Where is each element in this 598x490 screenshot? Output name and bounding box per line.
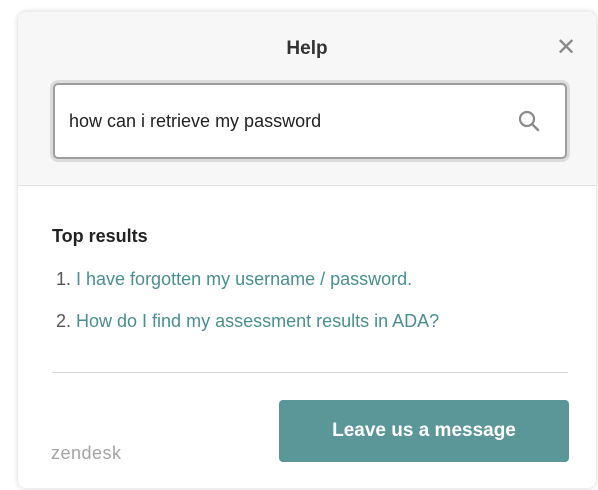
- widget-title: Help: [286, 38, 328, 59]
- result-number: 2.: [56, 311, 77, 331]
- leave-message-button[interactable]: Leave us a message: [279, 400, 569, 462]
- close-icon: ✕: [555, 34, 577, 61]
- help-widget: Help ✕ Top results 1. I have forgotten m…: [18, 12, 596, 488]
- widget-header: Help ✕: [18, 12, 596, 186]
- list-item: 2. How do I find my assessment results i…: [56, 308, 439, 350]
- search-input[interactable]: [69, 85, 489, 157]
- result-link[interactable]: How do I find my assessment results in A…: [76, 311, 439, 331]
- close-button[interactable]: ✕: [554, 36, 578, 60]
- list-item: 1. I have forgotten my username / passwo…: [56, 266, 439, 308]
- zendesk-logo: zendesk: [51, 443, 122, 463]
- search-icon[interactable]: [517, 109, 541, 133]
- result-link[interactable]: I have forgotten my username / password.: [76, 269, 412, 289]
- results-heading: Top results: [52, 226, 148, 246]
- divider: [52, 372, 568, 373]
- result-number: 1.: [56, 269, 77, 289]
- results-list: 1. I have forgotten my username / passwo…: [56, 266, 439, 350]
- search-box: [53, 83, 567, 159]
